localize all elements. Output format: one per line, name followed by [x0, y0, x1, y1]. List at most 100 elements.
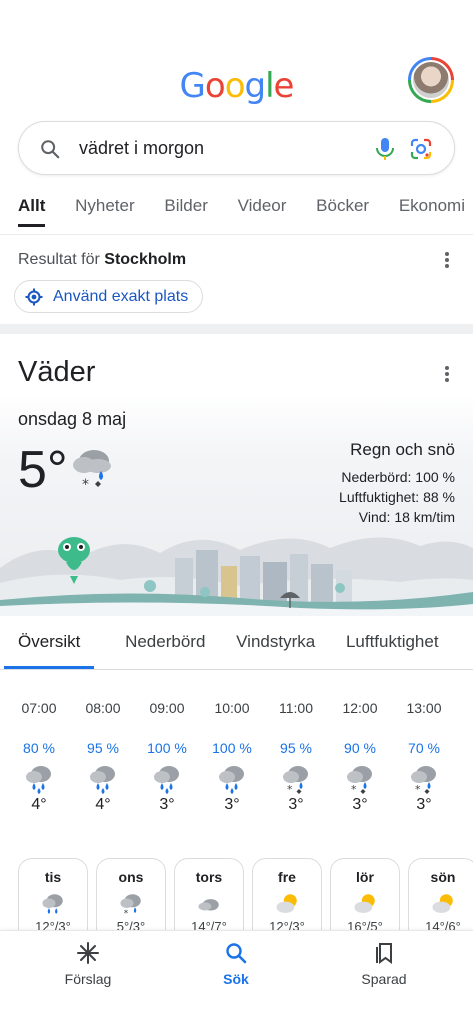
more-options-icon[interactable] — [444, 251, 450, 269]
hour-precip: 90 % — [344, 740, 376, 756]
hour-column: 10:00 100 % 3° — [202, 700, 262, 814]
hour-precip: 100 % — [147, 740, 187, 756]
google-logo: Google — [0, 66, 473, 106]
mic-icon[interactable] — [374, 136, 396, 162]
weather-more-options-icon[interactable] — [444, 365, 450, 383]
nav-label: Sparad — [361, 971, 407, 987]
day-card[interactable]: ons * 5°/3° — [96, 858, 166, 938]
cloudy-icon — [175, 891, 243, 917]
rain-snow-icon: * — [330, 762, 390, 796]
tab-bilder[interactable]: Bilder — [164, 196, 207, 224]
location-target-icon — [25, 288, 43, 306]
tab-luftfuktighet[interactable]: Luftfuktighet — [346, 632, 439, 666]
avatar-image — [411, 60, 451, 100]
partly-sunny-icon — [409, 891, 473, 917]
search-bar[interactable]: vädret i morgon — [18, 121, 455, 175]
logo-letter: G — [179, 66, 206, 106]
google-search-page: Google vädret i morgon Allt Nyheter Bild… — [0, 0, 473, 1024]
hour-precip: 80 % — [23, 740, 55, 756]
tab-ekonomi[interactable]: Ekonomi — [399, 196, 465, 224]
hour-precip: 100 % — [212, 740, 252, 756]
tab-vindstyrka[interactable]: Vindstyrka — [236, 632, 315, 666]
tab-nyheter[interactable]: Nyheter — [75, 196, 135, 224]
current-temperature: 5° — [18, 441, 68, 499]
hour-precip: 95 % — [87, 740, 119, 756]
exact-location-label: Använd exakt plats — [53, 288, 189, 305]
hour-temp: 3° — [224, 796, 240, 813]
day-name: sön — [430, 869, 456, 885]
tab-videor[interactable]: Videor — [238, 196, 287, 224]
weather-illustration — [0, 537, 473, 616]
lens-icon[interactable] — [409, 137, 433, 161]
hour-column: 08:00 95 % 4° — [73, 700, 133, 814]
rain-snow-icon: * — [394, 762, 454, 796]
day-name: lör — [356, 869, 374, 885]
results-location: Resultat för Stockholm — [18, 251, 186, 269]
hour-time: 12:00 — [342, 700, 378, 716]
tab-oversikt[interactable]: Översikt — [4, 632, 95, 669]
nav-forslag[interactable]: Förslag — [38, 941, 138, 987]
weather-condition: Regn och snö — [350, 440, 455, 459]
day-card[interactable]: sön 14°/6° — [408, 858, 473, 938]
hour-temp: 3° — [416, 796, 432, 813]
svg-text:*: * — [351, 783, 357, 794]
tabs-divider — [0, 234, 473, 235]
hour-time: 11:00 — [279, 700, 313, 716]
day-name: tis — [44, 869, 62, 885]
hour-time: 08:00 — [85, 700, 121, 716]
results-prefix: Resultat för — [18, 251, 105, 268]
day-card[interactable]: lör 16°/5° — [330, 858, 400, 938]
use-exact-location-button[interactable]: Använd exakt plats — [14, 280, 204, 313]
tab-bocker[interactable]: Böcker — [316, 196, 369, 224]
nav-sparad[interactable]: Sparad — [334, 941, 434, 987]
rain-icon — [137, 762, 197, 794]
precipitation-detail: Nederbörd: 100 % — [341, 469, 455, 485]
day-card[interactable]: tors 14°/7° — [174, 858, 244, 938]
section-separator — [0, 324, 473, 334]
hour-precip: 70 % — [408, 740, 440, 756]
svg-text:*: * — [124, 909, 129, 917]
day-name: tors — [195, 869, 223, 885]
weather-subtabs: Översikt Nederbörd Vindstyrka Luftfuktig… — [4, 632, 465, 669]
logo-letter: g — [244, 66, 267, 106]
hour-precip: 95 % — [280, 740, 312, 756]
hour-column: 09:00 100 % 3° — [137, 700, 197, 814]
tab-nederbord[interactable]: Nederbörd — [125, 632, 205, 666]
search-input[interactable]: vädret i morgon — [79, 138, 204, 159]
weather-title: Väder — [18, 356, 96, 388]
hour-time: 13:00 — [406, 700, 442, 716]
nav-sok[interactable]: Sök — [186, 941, 286, 987]
logo-letter: e — [273, 66, 295, 106]
hour-temp: 3° — [352, 796, 368, 813]
hourly-forecast[interactable]: 07:00 80 % 4° 08:00 95 % 4° 09:00 100 % … — [0, 700, 473, 830]
logo-letter: o — [224, 66, 246, 106]
hour-column: 07:00 80 % 4° — [9, 700, 69, 814]
search-icon — [41, 140, 60, 159]
sparkle-icon — [77, 942, 99, 964]
bottom-navigation: Förslag Sök Sparad — [0, 930, 473, 1024]
subtabs-divider — [0, 669, 473, 670]
nav-label: Sök — [223, 971, 249, 987]
hour-column: 12:00 90 % * 3° — [330, 700, 390, 814]
day-card[interactable]: tis 12°/3° — [18, 858, 88, 938]
rain-icon — [202, 762, 262, 794]
wind-detail: Vind: 18 km/tim — [358, 509, 455, 525]
logo-letter: l — [265, 66, 275, 106]
results-city: Stockholm — [104, 251, 187, 268]
day-card[interactable]: fre 12°/3° — [252, 858, 322, 938]
bookmarks-icon — [376, 943, 392, 964]
hour-temp: 3° — [159, 796, 175, 813]
hour-column: 13:00 70 % * 3° — [394, 700, 454, 814]
nav-label: Förslag — [64, 971, 112, 987]
logo-letter: o — [204, 66, 226, 106]
weather-date: onsdag 8 maj — [18, 409, 127, 429]
hour-temp: 4° — [95, 796, 111, 813]
hour-temp: 4° — [31, 796, 47, 813]
user-avatar[interactable] — [408, 57, 454, 103]
partly-sunny-icon — [253, 891, 321, 917]
tab-allt[interactable]: Allt — [18, 196, 46, 227]
rain-snow-icon: * — [97, 891, 165, 919]
hour-time: 10:00 — [214, 700, 250, 716]
day-name: ons — [118, 869, 144, 885]
daily-forecast[interactable]: tis 12°/3° ons * 5°/3° tors 14°/7° fre 1… — [0, 858, 473, 938]
